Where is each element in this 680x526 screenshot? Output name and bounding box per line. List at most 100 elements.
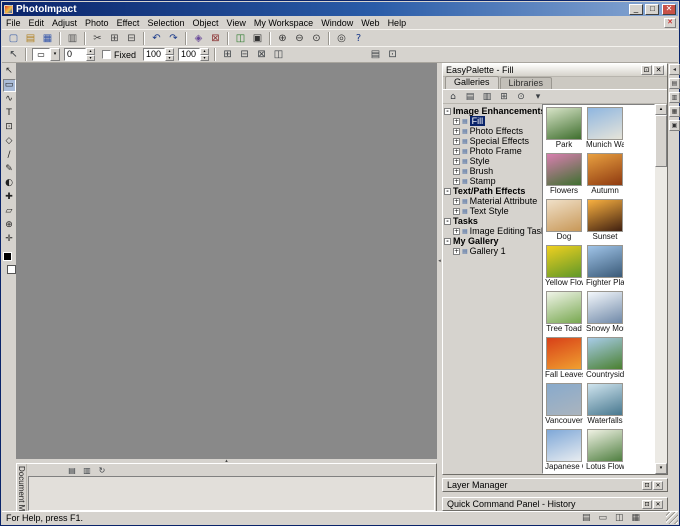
tree-item-text-style[interactable]: + ▦ Text Style	[444, 206, 542, 216]
panel-switch-button[interactable]: ⊡	[384, 47, 401, 62]
collapse-icon[interactable]: -	[444, 237, 451, 245]
save-button[interactable]: ▦	[39, 31, 56, 46]
menu-selection[interactable]: Selection	[143, 18, 188, 28]
expand-icon[interactable]: +	[453, 247, 460, 255]
lasso-tool[interactable]: ∿	[3, 93, 16, 106]
refresh-button[interactable]: ↻	[95, 465, 109, 476]
foreground-color-swatch[interactable]	[2, 252, 12, 261]
document-manager-title[interactable]: Document Mana	[17, 464, 27, 512]
quick-command-bar[interactable]: Quick Command Panel - History ⊡ ✕	[442, 497, 668, 511]
zoom-in-button[interactable]: ⊕	[274, 31, 291, 46]
tree-item-fill[interactable]: + ▦ Fill	[444, 116, 542, 126]
redo-button[interactable]: ↷	[165, 31, 182, 46]
tree-item-photo-effects[interactable]: + ▦ Photo Effects	[444, 126, 542, 136]
softness-spinner[interactable]: 0 ▴ ▾	[64, 48, 95, 61]
thumbnail-dog[interactable]: Dog	[545, 199, 583, 244]
clone-tool[interactable]: ◐	[3, 177, 16, 190]
tree-group-tasks[interactable]: - Tasks	[444, 216, 542, 226]
menu-adjust[interactable]: Adjust	[48, 18, 81, 28]
galleries-view-button[interactable]: ▤	[462, 91, 478, 103]
thumbnail-tree-toad[interactable]: Tree Toad	[545, 291, 583, 336]
thumbnail-yellow-flowe[interactable]: Yellow Flowe...	[545, 245, 583, 290]
height-spinner[interactable]: 100 ▴ ▾	[178, 48, 210, 61]
minimize-button[interactable]: _	[628, 3, 643, 15]
scrollbar-thumb[interactable]	[655, 115, 667, 167]
expand-icon[interactable]: +	[453, 127, 460, 135]
menubar-close-button[interactable]: ✕	[664, 17, 676, 28]
workspace-canvas[interactable]	[16, 63, 437, 459]
layer-manager-close-button[interactable]: ✕	[653, 480, 663, 490]
checkbox-box[interactable]	[102, 50, 111, 59]
layer-manager-rollup-button[interactable]: ⊡	[642, 480, 652, 490]
document-manager-content[interactable]	[28, 476, 435, 511]
thumbnail-vancouver[interactable]: Vancouver	[545, 383, 583, 428]
tree-item-style[interactable]: + ▦ Style	[444, 156, 542, 166]
close-button[interactable]: ✕	[662, 3, 676, 15]
height-value[interactable]: 100	[178, 48, 201, 61]
expand-icon[interactable]: +	[453, 117, 460, 125]
menu-photo[interactable]: Photo	[81, 18, 113, 28]
tab-libraries[interactable]: Libraries	[499, 77, 553, 89]
new-selection-mode-button[interactable]: ⊞	[219, 47, 236, 62]
eyedropper-tool[interactable]: ∕	[3, 149, 16, 162]
help-button[interactable]: ?	[350, 31, 367, 46]
thumbnail-munich-wat[interactable]: Munich Wat...	[586, 107, 624, 152]
collapse-icon[interactable]: -	[444, 107, 451, 115]
menu-help[interactable]: Help	[384, 18, 411, 28]
standard-selection-tool[interactable]: ▭	[2, 79, 16, 92]
expand-icon[interactable]: +	[453, 167, 460, 175]
add-gallery-button[interactable]: ⊞	[496, 91, 512, 103]
duplicate-button[interactable]: ◈	[190, 31, 207, 46]
preserve-base-image-button[interactable]: ◫	[270, 47, 287, 62]
tree-group-my-gallery[interactable]: - My Gallery	[444, 236, 542, 246]
easypalette-dock-button[interactable]: ▤	[669, 78, 680, 89]
copy-button[interactable]: ⊞	[106, 31, 123, 46]
menu-window[interactable]: Window	[317, 18, 357, 28]
expand-icon[interactable]: +	[453, 147, 460, 155]
menu-file[interactable]: File	[2, 18, 25, 28]
document-manager-dock-button[interactable]: ▦	[669, 106, 680, 117]
quick-command-dock-button[interactable]: ▣	[669, 120, 680, 131]
layer-manager-dock-button[interactable]: ▥	[669, 92, 680, 103]
find-button[interactable]: ⊙	[513, 91, 529, 103]
hide-dock-button[interactable]: ◂	[669, 64, 680, 75]
spin-down-icon[interactable]: ▾	[200, 54, 210, 61]
tree-group-text-path-effects[interactable]: - Text/Path Effects	[444, 186, 542, 196]
open-button[interactable]: ▤	[22, 31, 39, 46]
resize-grip[interactable]	[666, 512, 678, 524]
actual-view-button[interactable]: ⊙	[308, 31, 325, 46]
spin-down-icon[interactable]: ▾	[165, 54, 175, 61]
retouch-tool[interactable]: ✚	[3, 191, 16, 204]
maximize-button[interactable]: □	[645, 3, 660, 15]
expand-icon[interactable]: +	[453, 177, 460, 185]
crop-tool[interactable]: ⊡	[3, 121, 16, 134]
selection-shape-combo[interactable]: ▭ ▾	[32, 48, 60, 61]
list-view-button[interactable]: ▥	[80, 465, 94, 476]
menu-view[interactable]: View	[222, 18, 249, 28]
thumbnail-flowers[interactable]: Flowers	[545, 153, 583, 198]
paintbrush-tool[interactable]: ✎	[3, 163, 16, 176]
chevron-down-icon[interactable]: ▾	[50, 48, 60, 61]
transform-tool[interactable]: ◇	[3, 135, 16, 148]
menu-object[interactable]: Object	[188, 18, 222, 28]
libraries-view-button[interactable]: ▥	[479, 91, 495, 103]
menu-my-workspace[interactable]: My Workspace	[250, 18, 317, 28]
print-button[interactable]: ▥	[64, 31, 81, 46]
pan-tool[interactable]: ✛	[3, 233, 16, 246]
subtract-selection-mode-button[interactable]: ⊠	[253, 47, 270, 62]
scroll-down-button[interactable]: ▾	[655, 463, 667, 474]
menu-effect[interactable]: Effect	[113, 18, 144, 28]
fit-in-window-button[interactable]: ◎	[333, 31, 350, 46]
tool-preset-button[interactable]: ↖	[5, 47, 22, 62]
scroll-up-button[interactable]: ▴	[655, 104, 667, 115]
width-spinner[interactable]: 100 ▴ ▾	[143, 48, 175, 61]
zoom-out-button[interactable]: ⊖	[291, 31, 308, 46]
tree-item-brush[interactable]: + ▦ Brush	[444, 166, 542, 176]
softness-value[interactable]: 0	[64, 48, 86, 61]
browse-button[interactable]: ◫	[232, 31, 249, 46]
thumbnail-fighter-plane[interactable]: Fighter Plane	[586, 245, 624, 290]
thumbnail-fall-leaves[interactable]: Fall Leaves	[545, 337, 583, 382]
tree-group-image-enhancements[interactable]: - Image Enhancements	[444, 106, 542, 116]
palette-menu-button[interactable]: ▾	[530, 91, 546, 103]
tab-galleries[interactable]: Galleries	[445, 76, 499, 89]
